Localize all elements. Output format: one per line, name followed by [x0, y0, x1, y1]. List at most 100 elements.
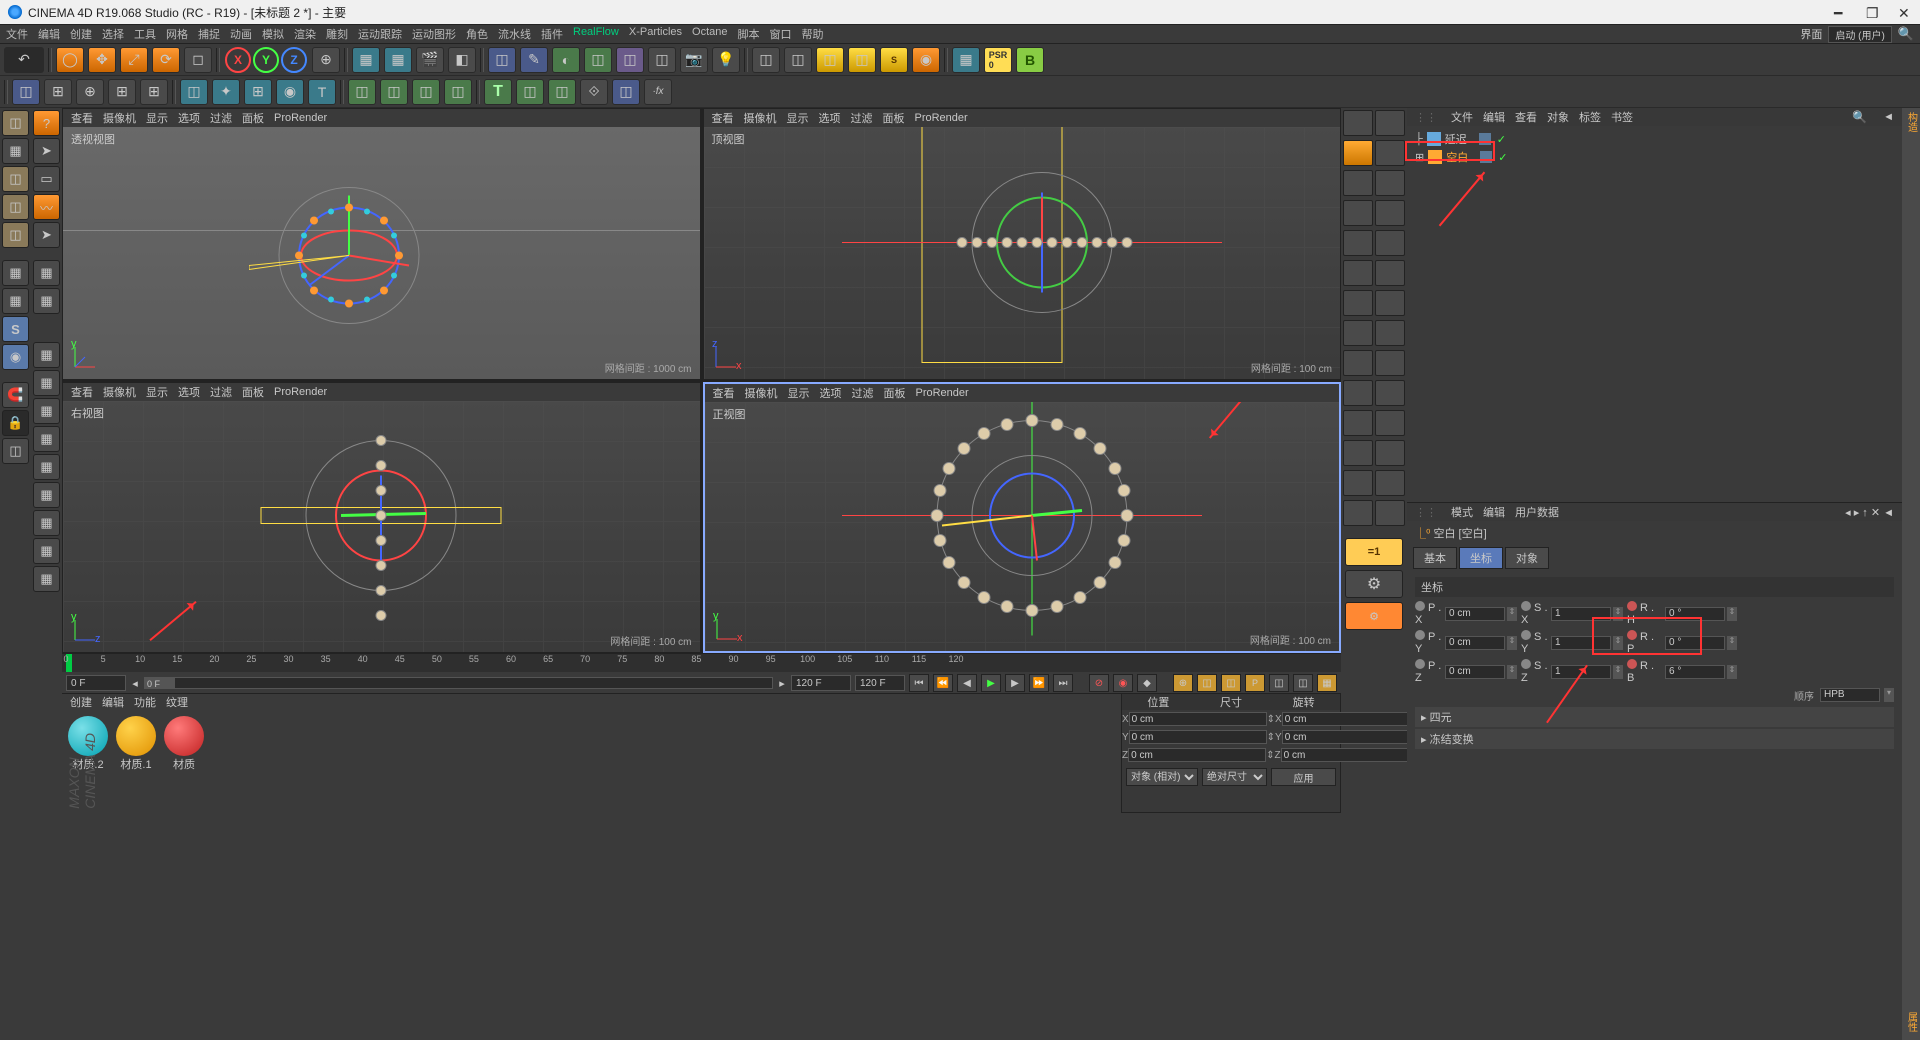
- menu-网格[interactable]: 网格: [166, 26, 188, 42]
- grid1-icon[interactable]: ▦: [33, 260, 60, 286]
- vp-menu-过滤[interactable]: 过滤: [210, 384, 232, 400]
- tb2-3[interactable]: ⊕: [76, 79, 104, 105]
- mograph-cloner-icon[interactable]: ◫: [12, 79, 40, 105]
- coord-apply-button[interactable]: 应用: [1271, 768, 1336, 786]
- grid6-icon[interactable]: ▦: [33, 426, 60, 452]
- grid10-icon[interactable]: ▦: [33, 538, 60, 564]
- tb2-19[interactable]: ◫: [612, 79, 640, 105]
- menu-动画[interactable]: 动画: [230, 26, 252, 42]
- vp-menu-ProRender[interactable]: ProRender: [915, 112, 968, 124]
- play-icon[interactable]: ▶: [981, 674, 1001, 692]
- collapse-▸ 四元[interactable]: ▸ 四元: [1415, 707, 1894, 727]
- model-mode-icon[interactable]: ▦: [2, 138, 29, 164]
- fx-icon[interactable]: ·fx: [644, 79, 672, 105]
- material-材质[interactable]: 材质: [164, 716, 204, 772]
- tb2-13[interactable]: ◫: [412, 79, 440, 105]
- goto-end-icon[interactable]: ⏭: [1053, 674, 1073, 692]
- attr-tab-基本[interactable]: 基本: [1413, 547, 1457, 569]
- grid9-icon[interactable]: ▦: [33, 510, 60, 536]
- viewport-right[interactable]: 查看摄像机显示选项过滤面板ProRender ⊞◫⊡▦ 右视图 yz: [62, 382, 701, 654]
- vp-menu-面板[interactable]: 面板: [883, 110, 905, 126]
- help-icon[interactable]: ?: [33, 110, 60, 136]
- attr-menu-用户数据[interactable]: 用户数据: [1515, 504, 1559, 520]
- rs-12[interactable]: [1375, 260, 1405, 286]
- edge-mode-icon[interactable]: ▦: [2, 260, 29, 286]
- next-key-icon[interactable]: ⏩: [1029, 674, 1049, 692]
- menu-选择[interactable]: 选择: [102, 26, 124, 42]
- vp-menu-查看[interactable]: 查看: [712, 110, 734, 126]
- rs-10[interactable]: [1375, 230, 1405, 256]
- menu-模拟[interactable]: 模拟: [262, 26, 284, 42]
- close-button[interactable]: ✕: [1898, 5, 1912, 19]
- vp-menu-选项[interactable]: 选项: [820, 385, 842, 401]
- rs-18[interactable]: [1375, 350, 1405, 376]
- grid7-icon[interactable]: ▦: [33, 454, 60, 480]
- om-search-icon[interactable]: 🔍: [1852, 110, 1867, 124]
- rs-5[interactable]: [1343, 170, 1373, 196]
- layout-dropdown[interactable]: 启动 (用户): [1828, 26, 1891, 43]
- camera-icon[interactable]: 📷: [680, 47, 708, 73]
- rs-25[interactable]: [1343, 470, 1373, 496]
- vp-menu-ProRender[interactable]: ProRender: [274, 386, 327, 398]
- tb2-5[interactable]: ⊞: [140, 79, 168, 105]
- rs-16[interactable]: [1375, 320, 1405, 346]
- mat-menu-编辑[interactable]: 编辑: [102, 694, 124, 710]
- opt2-icon[interactable]: ◫: [1197, 674, 1217, 692]
- menu-Octane[interactable]: Octane: [692, 26, 727, 42]
- arrow-icon[interactable]: ➤: [33, 138, 60, 164]
- menu-插件[interactable]: 插件: [541, 26, 563, 42]
- irr-icon[interactable]: ◫: [848, 47, 876, 73]
- rs-17[interactable]: [1343, 350, 1373, 376]
- om-menu-编辑[interactable]: 编辑: [1483, 109, 1505, 125]
- take-icon[interactable]: ◫: [752, 47, 780, 73]
- last-tool-icon[interactable]: ◻: [184, 47, 212, 73]
- vp-menu-显示[interactable]: 显示: [787, 110, 809, 126]
- tb2-17[interactable]: ◫: [548, 79, 576, 105]
- rs-19[interactable]: [1343, 380, 1373, 406]
- vp-menu-ProRender[interactable]: ProRender: [274, 112, 327, 124]
- render-view-icon[interactable]: ▦: [352, 47, 380, 73]
- misc-left-icon[interactable]: ◫: [2, 438, 29, 464]
- make-editable-icon[interactable]: ◫: [2, 110, 29, 136]
- reset-psr-icon[interactable]: =1: [1345, 538, 1403, 566]
- menu-工具[interactable]: 工具: [134, 26, 156, 42]
- lock-icon[interactable]: 🔒: [2, 410, 29, 436]
- grid11-icon[interactable]: ▦: [33, 566, 60, 592]
- grid5-icon[interactable]: ▦: [33, 398, 60, 424]
- tb2-18[interactable]: ⟐: [580, 79, 608, 105]
- menu-捕捉[interactable]: 捕捉: [198, 26, 220, 42]
- vp-menu-查看[interactable]: 查看: [71, 110, 93, 126]
- coord-size-mode[interactable]: 绝对尺寸: [1202, 768, 1267, 786]
- current-frame-field[interactable]: [66, 675, 126, 691]
- record-icon[interactable]: ⊘: [1089, 674, 1109, 692]
- opt1-icon[interactable]: ⊕: [1173, 674, 1193, 692]
- vp-menu-面板[interactable]: 面板: [242, 110, 264, 126]
- opt6-icon[interactable]: ▦: [1317, 674, 1337, 692]
- prev-frame-icon[interactable]: ◀: [957, 674, 977, 692]
- attr-menu-编辑[interactable]: 编辑: [1483, 504, 1505, 520]
- snap-icon[interactable]: 🧲: [2, 382, 29, 408]
- timeline-slider[interactable]: 0 F: [144, 677, 773, 689]
- undo-button[interactable]: ↶: [4, 47, 44, 73]
- scale-icon[interactable]: ⤢: [120, 47, 148, 73]
- om-menu-书签[interactable]: 书签: [1611, 109, 1633, 125]
- rs-7[interactable]: [1343, 200, 1373, 226]
- texture-mode-icon[interactable]: ◫: [2, 166, 29, 192]
- vp-menu-面板[interactable]: 面板: [884, 385, 906, 401]
- vp-menu-过滤[interactable]: 过滤: [851, 110, 873, 126]
- tb2-10[interactable]: T: [308, 79, 336, 105]
- tb2-6[interactable]: ◫: [180, 79, 208, 105]
- rs-24[interactable]: [1375, 440, 1405, 466]
- object-空白[interactable]: ⊞空白✓: [1415, 148, 1894, 166]
- picture-viewer-icon[interactable]: ▦: [952, 47, 980, 73]
- rotate-icon[interactable]: ⟳: [152, 47, 180, 73]
- generator-icon[interactable]: ◫: [584, 47, 612, 73]
- xyz-toggle[interactable]: XYZ: [224, 47, 308, 73]
- menu-运动跟踪[interactable]: 运动跟踪: [358, 26, 402, 42]
- text-icon[interactable]: T: [484, 79, 512, 105]
- cube-icon[interactable]: ◫: [488, 47, 516, 73]
- opt4-icon[interactable]: ◫: [1269, 674, 1289, 692]
- om-menu-文件[interactable]: 文件: [1451, 109, 1473, 125]
- project-settings-icon[interactable]: ⚙: [1345, 570, 1403, 598]
- rs-27[interactable]: [1343, 500, 1373, 526]
